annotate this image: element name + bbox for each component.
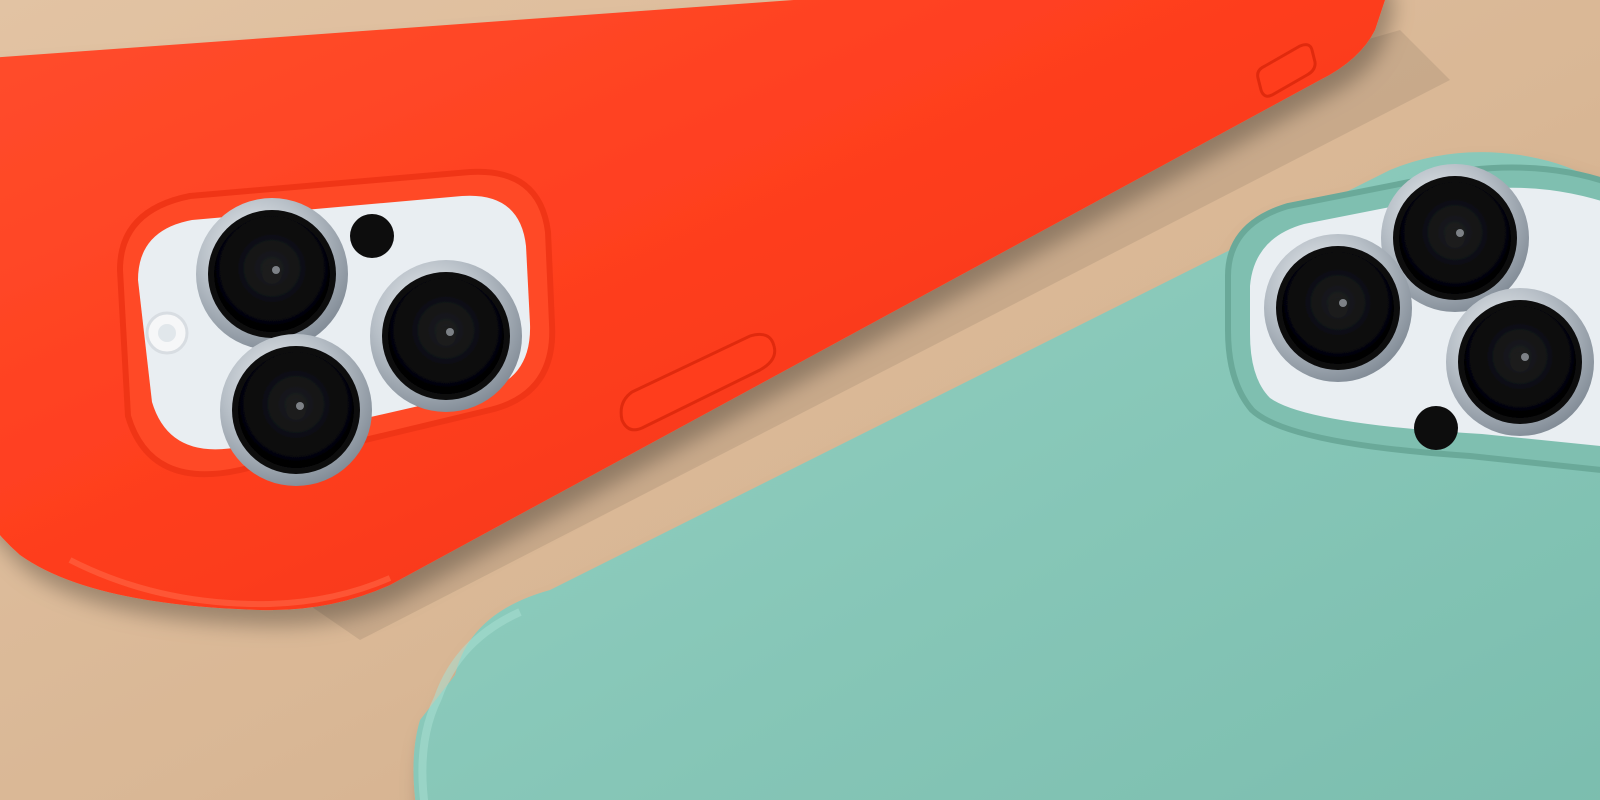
sensor-icon: [1414, 406, 1458, 450]
lens-icon: [196, 198, 348, 350]
lens-icon: [1264, 234, 1412, 382]
photo-scene: [0, 0, 1600, 800]
lens-icon: [370, 260, 522, 412]
sensor-icon: [350, 214, 394, 258]
phone-cases-photo: [0, 0, 1600, 800]
lens-icon: [1446, 288, 1594, 436]
lens-icon: [220, 334, 372, 486]
